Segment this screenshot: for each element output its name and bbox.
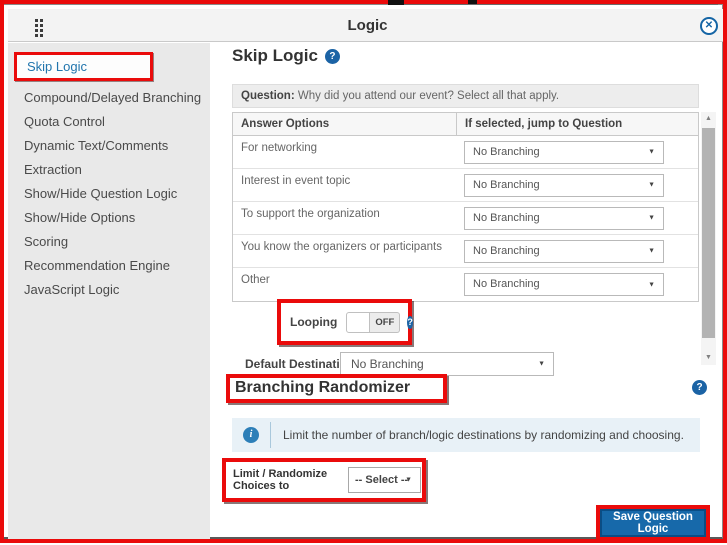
select-value: No Branching — [465, 274, 663, 295]
jump-to-question-select[interactable]: No Branching ▼ — [464, 273, 664, 296]
sidebar-item-extraction[interactable]: Extraction — [8, 157, 210, 181]
chevron-down-icon: ▼ — [648, 281, 655, 288]
modal-header: Logic ✕ — [8, 9, 727, 42]
sidebar-item-show-hide-question-logic[interactable]: Show/Hide Question Logic — [8, 181, 210, 205]
select-value: No Branching — [465, 175, 663, 196]
toggle-knob — [346, 312, 370, 333]
limit-randomize-select[interactable]: -- Select -- ▼ — [348, 467, 421, 493]
table-header-row: Answer Options If selected, jump to Ques… — [233, 113, 698, 136]
limit-randomize-annotated-box: Limit / Randomize Choices to -- Select -… — [222, 458, 426, 502]
jump-to-question-select[interactable]: No Branching ▼ — [464, 240, 664, 263]
branching-randomizer-help-icon[interactable]: ? — [692, 380, 707, 395]
table-row: You know the organizers or participants … — [233, 235, 698, 268]
background-text-fragment — [388, 0, 404, 5]
question-text: Why did you attend our event? Select all… — [295, 90, 559, 102]
jump-to-question-select[interactable]: No Branching ▼ — [464, 207, 664, 230]
info-icon: i — [243, 427, 259, 443]
scrollbar-thumb[interactable] — [702, 128, 715, 338]
branching-randomizer-annotated-box: Branching Randomizer — [226, 374, 447, 403]
scrollbar-down-icon[interactable]: ▼ — [701, 351, 716, 365]
page-title: Skip Logic? — [232, 46, 340, 66]
table-row: For networking No Branching ▼ — [233, 136, 698, 169]
answer-option-label: Other — [233, 268, 456, 286]
sidebar-item-dynamic-text-comments[interactable]: Dynamic Text/Comments — [8, 133, 210, 157]
default-destination-label: Default Destination — [245, 357, 354, 371]
question-label: Question: — [241, 90, 295, 102]
vertical-scrollbar[interactable]: ▲ ▼ — [701, 112, 716, 365]
chevron-down-icon: ▼ — [648, 182, 655, 189]
randomizer-info-box: i Limit the number of branch/logic desti… — [232, 418, 700, 452]
answer-options-table: Answer Options If selected, jump to Ques… — [232, 112, 699, 302]
section-title-text: Skip Logic — [232, 46, 318, 65]
branching-randomizer-title: Branching Randomizer — [230, 378, 443, 398]
answer-option-label: For networking — [233, 136, 456, 154]
looping-toggle[interactable]: OFF — [346, 312, 400, 333]
save-annotated-box: Save Question Logic — [596, 505, 710, 541]
scrollbar-up-icon[interactable]: ▲ — [701, 112, 716, 126]
toggle-state-label: OFF — [370, 312, 400, 333]
answer-option-label: You know the organizers or participants — [233, 235, 456, 253]
logic-sidebar: Skip Logic Compound/Delayed Branching Qu… — [8, 43, 210, 542]
chevron-down-icon: ▼ — [538, 361, 545, 368]
select-value: No Branching — [465, 208, 663, 229]
save-question-logic-button[interactable]: Save Question Logic — [600, 509, 706, 537]
jump-to-question-select[interactable]: No Branching ▼ — [464, 174, 664, 197]
sidebar-item-scoring[interactable]: Scoring — [8, 229, 210, 253]
looping-label: Looping — [290, 315, 337, 329]
logic-modal-screen: Logic ✕ Skip Logic Compound/Delayed Bran… — [0, 0, 727, 545]
answer-option-label: Interest in event topic — [233, 169, 456, 187]
sidebar-item-recommendation-engine[interactable]: Recommendation Engine — [8, 253, 210, 277]
background-text-fragment — [398, 3, 718, 5]
select-value: No Branching — [341, 353, 553, 375]
sidebar-item-skip-logic[interactable]: Skip Logic — [14, 52, 153, 81]
skip-logic-help-icon[interactable]: ? — [325, 49, 340, 64]
chevron-down-icon: ▼ — [648, 248, 655, 255]
select-value: No Branching — [465, 142, 663, 163]
sidebar-item-show-hide-options[interactable]: Show/Hide Options — [8, 205, 210, 229]
close-icon[interactable]: ✕ — [700, 17, 718, 35]
question-summary-bar: Question: Why did you attend our event? … — [232, 84, 699, 108]
table-row: Other No Branching ▼ — [233, 268, 698, 301]
background-text-fragment — [468, 0, 477, 4]
answer-option-label: To support the organization — [233, 202, 456, 220]
jump-to-question-select[interactable]: No Branching ▼ — [464, 141, 664, 164]
sidebar-item-quota-control[interactable]: Quota Control — [8, 109, 210, 133]
looping-annotated-box: Looping OFF ? — [277, 299, 412, 345]
chevron-down-icon: ▼ — [405, 477, 412, 484]
default-destination-select[interactable]: No Branching ▼ — [340, 352, 554, 376]
modal-title: Logic — [8, 17, 727, 34]
sidebar-item-compound-delayed-branching[interactable]: Compound/Delayed Branching — [8, 85, 210, 109]
table-row: To support the organization No Branching… — [233, 202, 698, 235]
looping-help-icon[interactable]: ? — [407, 316, 413, 329]
limit-randomize-label: Limit / Randomize Choices to — [233, 468, 348, 492]
table-row: Interest in event topic No Branching ▼ — [233, 169, 698, 202]
chevron-down-icon: ▼ — [648, 149, 655, 156]
select-value: No Branching — [465, 241, 663, 262]
chevron-down-icon: ▼ — [648, 215, 655, 222]
column-header-answer-options: Answer Options — [233, 113, 456, 135]
column-header-jump-to-question: If selected, jump to Question — [456, 113, 698, 135]
randomizer-info-text: Limit the number of branch/logic destina… — [271, 428, 684, 442]
sidebar-item-javascript-logic[interactable]: JavaScript Logic — [8, 277, 210, 301]
